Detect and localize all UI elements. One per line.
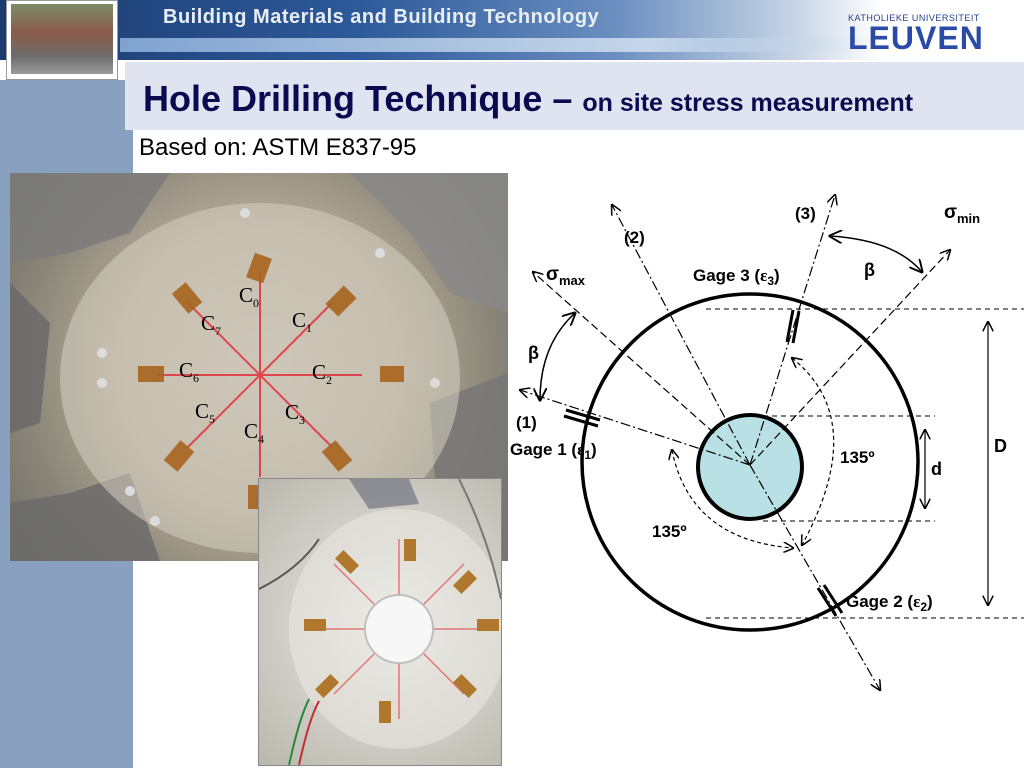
beta-label-right: β bbox=[864, 260, 875, 280]
direction-label-3: (3) bbox=[795, 204, 816, 223]
direction-label-1: (1) bbox=[516, 413, 537, 432]
drilled-hole bbox=[696, 413, 804, 521]
sigma-max-label: σmax bbox=[546, 264, 586, 288]
gage-1-label: Gage 1 (ε1) bbox=[510, 440, 597, 462]
beta-label-left: β bbox=[528, 343, 539, 363]
outer-diameter-label: D bbox=[994, 436, 1007, 456]
beta-arc-left bbox=[540, 313, 575, 400]
direction-line-4 bbox=[749, 464, 880, 690]
gage-2-label: Gage 2 (ε2) bbox=[846, 592, 933, 614]
angle-label-135-left: 135º bbox=[652, 522, 687, 541]
rosette-diagram: σmax σmin (2) (3) (1) β β Gage 3 (ε3) Ga… bbox=[510, 0, 1024, 768]
beta-arc-right bbox=[830, 236, 922, 272]
direction-line-3 bbox=[749, 195, 835, 466]
gage-3-label: Gage 3 (ε3) bbox=[693, 266, 780, 288]
angle-label-135-right: 135º bbox=[840, 448, 875, 467]
sigma-max-direction bbox=[533, 272, 751, 466]
hole-diameter-label: d bbox=[931, 459, 942, 479]
sigma-min-label: σmin bbox=[944, 202, 980, 226]
direction-label-2: (2) bbox=[624, 228, 645, 247]
